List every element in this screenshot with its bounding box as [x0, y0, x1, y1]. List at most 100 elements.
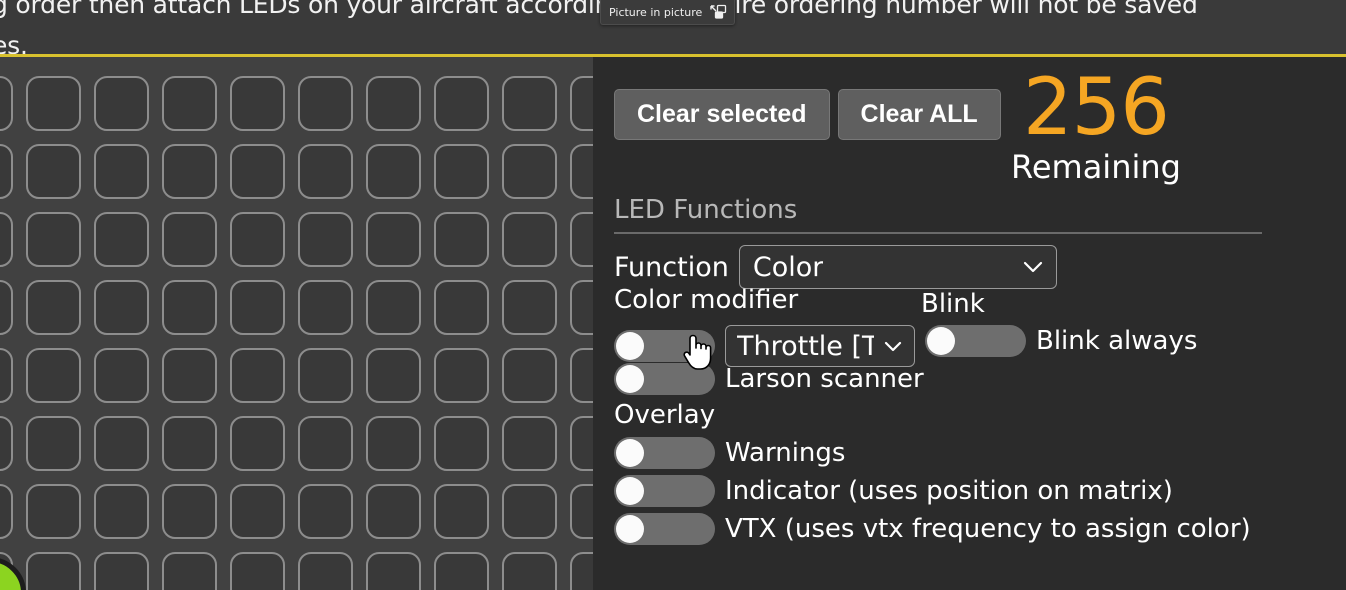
color-modifier-toggle[interactable]: [614, 330, 715, 362]
led-cell[interactable]: [434, 348, 489, 403]
led-cell[interactable]: [0, 484, 13, 539]
led-cell[interactable]: [94, 416, 149, 471]
led-cell[interactable]: [366, 348, 421, 403]
led-cell[interactable]: [502, 212, 557, 267]
led-cell[interactable]: [570, 552, 593, 590]
led-cell[interactable]: [0, 76, 13, 131]
led-cell[interactable]: [434, 280, 489, 335]
led-cell[interactable]: [570, 416, 593, 471]
led-cell[interactable]: [366, 484, 421, 539]
led-cell[interactable]: [26, 416, 81, 471]
function-select[interactable]: Color: [738, 245, 1057, 289]
led-cell[interactable]: [230, 76, 285, 131]
led-cell[interactable]: [570, 144, 593, 199]
led-cell[interactable]: [230, 144, 285, 199]
led-cell[interactable]: [298, 552, 353, 590]
led-cell[interactable]: [366, 280, 421, 335]
overlay-vtx-row: VTX (uses vtx frequency to assign color): [614, 513, 1251, 545]
led-cell[interactable]: [162, 212, 217, 267]
led-cell[interactable]: [94, 552, 149, 590]
led-cell[interactable]: [298, 484, 353, 539]
overlay-vtx-label: VTX (uses vtx frequency to assign color): [725, 514, 1251, 544]
led-cell[interactable]: [570, 76, 593, 131]
led-cell[interactable]: [366, 552, 421, 590]
led-cell[interactable]: [94, 348, 149, 403]
led-cell[interactable]: [94, 484, 149, 539]
led-cell[interactable]: [162, 348, 217, 403]
clear-selected-button[interactable]: Clear selected: [614, 89, 830, 140]
led-cell[interactable]: [0, 144, 13, 199]
led-cell[interactable]: [434, 416, 489, 471]
led-cell[interactable]: [298, 348, 353, 403]
larson-scanner-toggle[interactable]: [614, 363, 715, 395]
led-cell[interactable]: [94, 212, 149, 267]
led-cell[interactable]: [162, 552, 217, 590]
led-cell[interactable]: [26, 348, 81, 403]
led-cell[interactable]: [366, 212, 421, 267]
led-cell[interactable]: [502, 416, 557, 471]
blink-always-toggle[interactable]: [925, 325, 1026, 357]
overlay-warnings-toggle[interactable]: [614, 437, 715, 469]
led-cell[interactable]: [298, 280, 353, 335]
led-cell[interactable]: [94, 280, 149, 335]
color-modifier-select[interactable]: Throttle [T]: [725, 325, 915, 367]
picture-in-picture-button[interactable]: Picture in picture: [600, 0, 736, 25]
led-cell[interactable]: [230, 484, 285, 539]
led-cell[interactable]: [502, 76, 557, 131]
led-cell[interactable]: [434, 212, 489, 267]
led-cell[interactable]: [366, 76, 421, 131]
led-cell[interactable]: [434, 76, 489, 131]
led-cell[interactable]: [0, 212, 13, 267]
led-cell[interactable]: [0, 348, 13, 403]
led-cell[interactable]: [26, 76, 81, 131]
overlay-indicator-toggle[interactable]: [614, 475, 715, 507]
led-cell[interactable]: [230, 416, 285, 471]
led-cell[interactable]: [162, 280, 217, 335]
led-cell[interactable]: [230, 348, 285, 403]
led-cell[interactable]: [26, 144, 81, 199]
led-cell[interactable]: [366, 416, 421, 471]
led-cell[interactable]: [366, 144, 421, 199]
led-cell[interactable]: [26, 280, 81, 335]
led-cell[interactable]: [502, 484, 557, 539]
led-cell[interactable]: [298, 212, 353, 267]
remaining-count-label: Remaining: [1011, 148, 1181, 186]
overlay-vtx-toggle[interactable]: [614, 513, 715, 545]
led-cell[interactable]: [434, 484, 489, 539]
led-cell[interactable]: [230, 280, 285, 335]
led-cell[interactable]: [230, 552, 285, 590]
color-modifier-group-label: Color modifier: [614, 285, 799, 315]
led-cell[interactable]: [162, 416, 217, 471]
led-cell[interactable]: [26, 212, 81, 267]
led-cell[interactable]: [502, 552, 557, 590]
led-cell[interactable]: [502, 144, 557, 199]
led-cell[interactable]: [230, 212, 285, 267]
led-controls-panel: Clear selected Clear ALL 256 Remaining L…: [593, 57, 1346, 590]
led-cell[interactable]: [434, 144, 489, 199]
led-cell[interactable]: [570, 212, 593, 267]
led-matrix-grid[interactable]: [0, 69, 593, 590]
led-cell[interactable]: [162, 76, 217, 131]
led-cell[interactable]: [26, 484, 81, 539]
led-cell[interactable]: [162, 484, 217, 539]
led-cell[interactable]: [570, 348, 593, 403]
led-cell[interactable]: [94, 76, 149, 131]
blink-always-label: Blink always: [1036, 326, 1198, 356]
led-cell[interactable]: [434, 552, 489, 590]
toggle-knob: [616, 365, 644, 393]
led-cell[interactable]: [94, 144, 149, 199]
led-cell[interactable]: [502, 348, 557, 403]
chevron-down-icon: [882, 339, 904, 353]
led-cell[interactable]: [570, 484, 593, 539]
led-cell[interactable]: [502, 280, 557, 335]
led-cell[interactable]: [570, 280, 593, 335]
led-cell[interactable]: [26, 552, 81, 590]
led-cell[interactable]: [298, 416, 353, 471]
led-cell[interactable]: [298, 144, 353, 199]
led-cell[interactable]: [298, 76, 353, 131]
overlay-group-label: Overlay: [614, 400, 716, 430]
led-cell[interactable]: [162, 144, 217, 199]
led-matrix-panel[interactable]: [0, 57, 593, 590]
led-cell[interactable]: [0, 280, 13, 335]
led-cell[interactable]: [0, 416, 13, 471]
